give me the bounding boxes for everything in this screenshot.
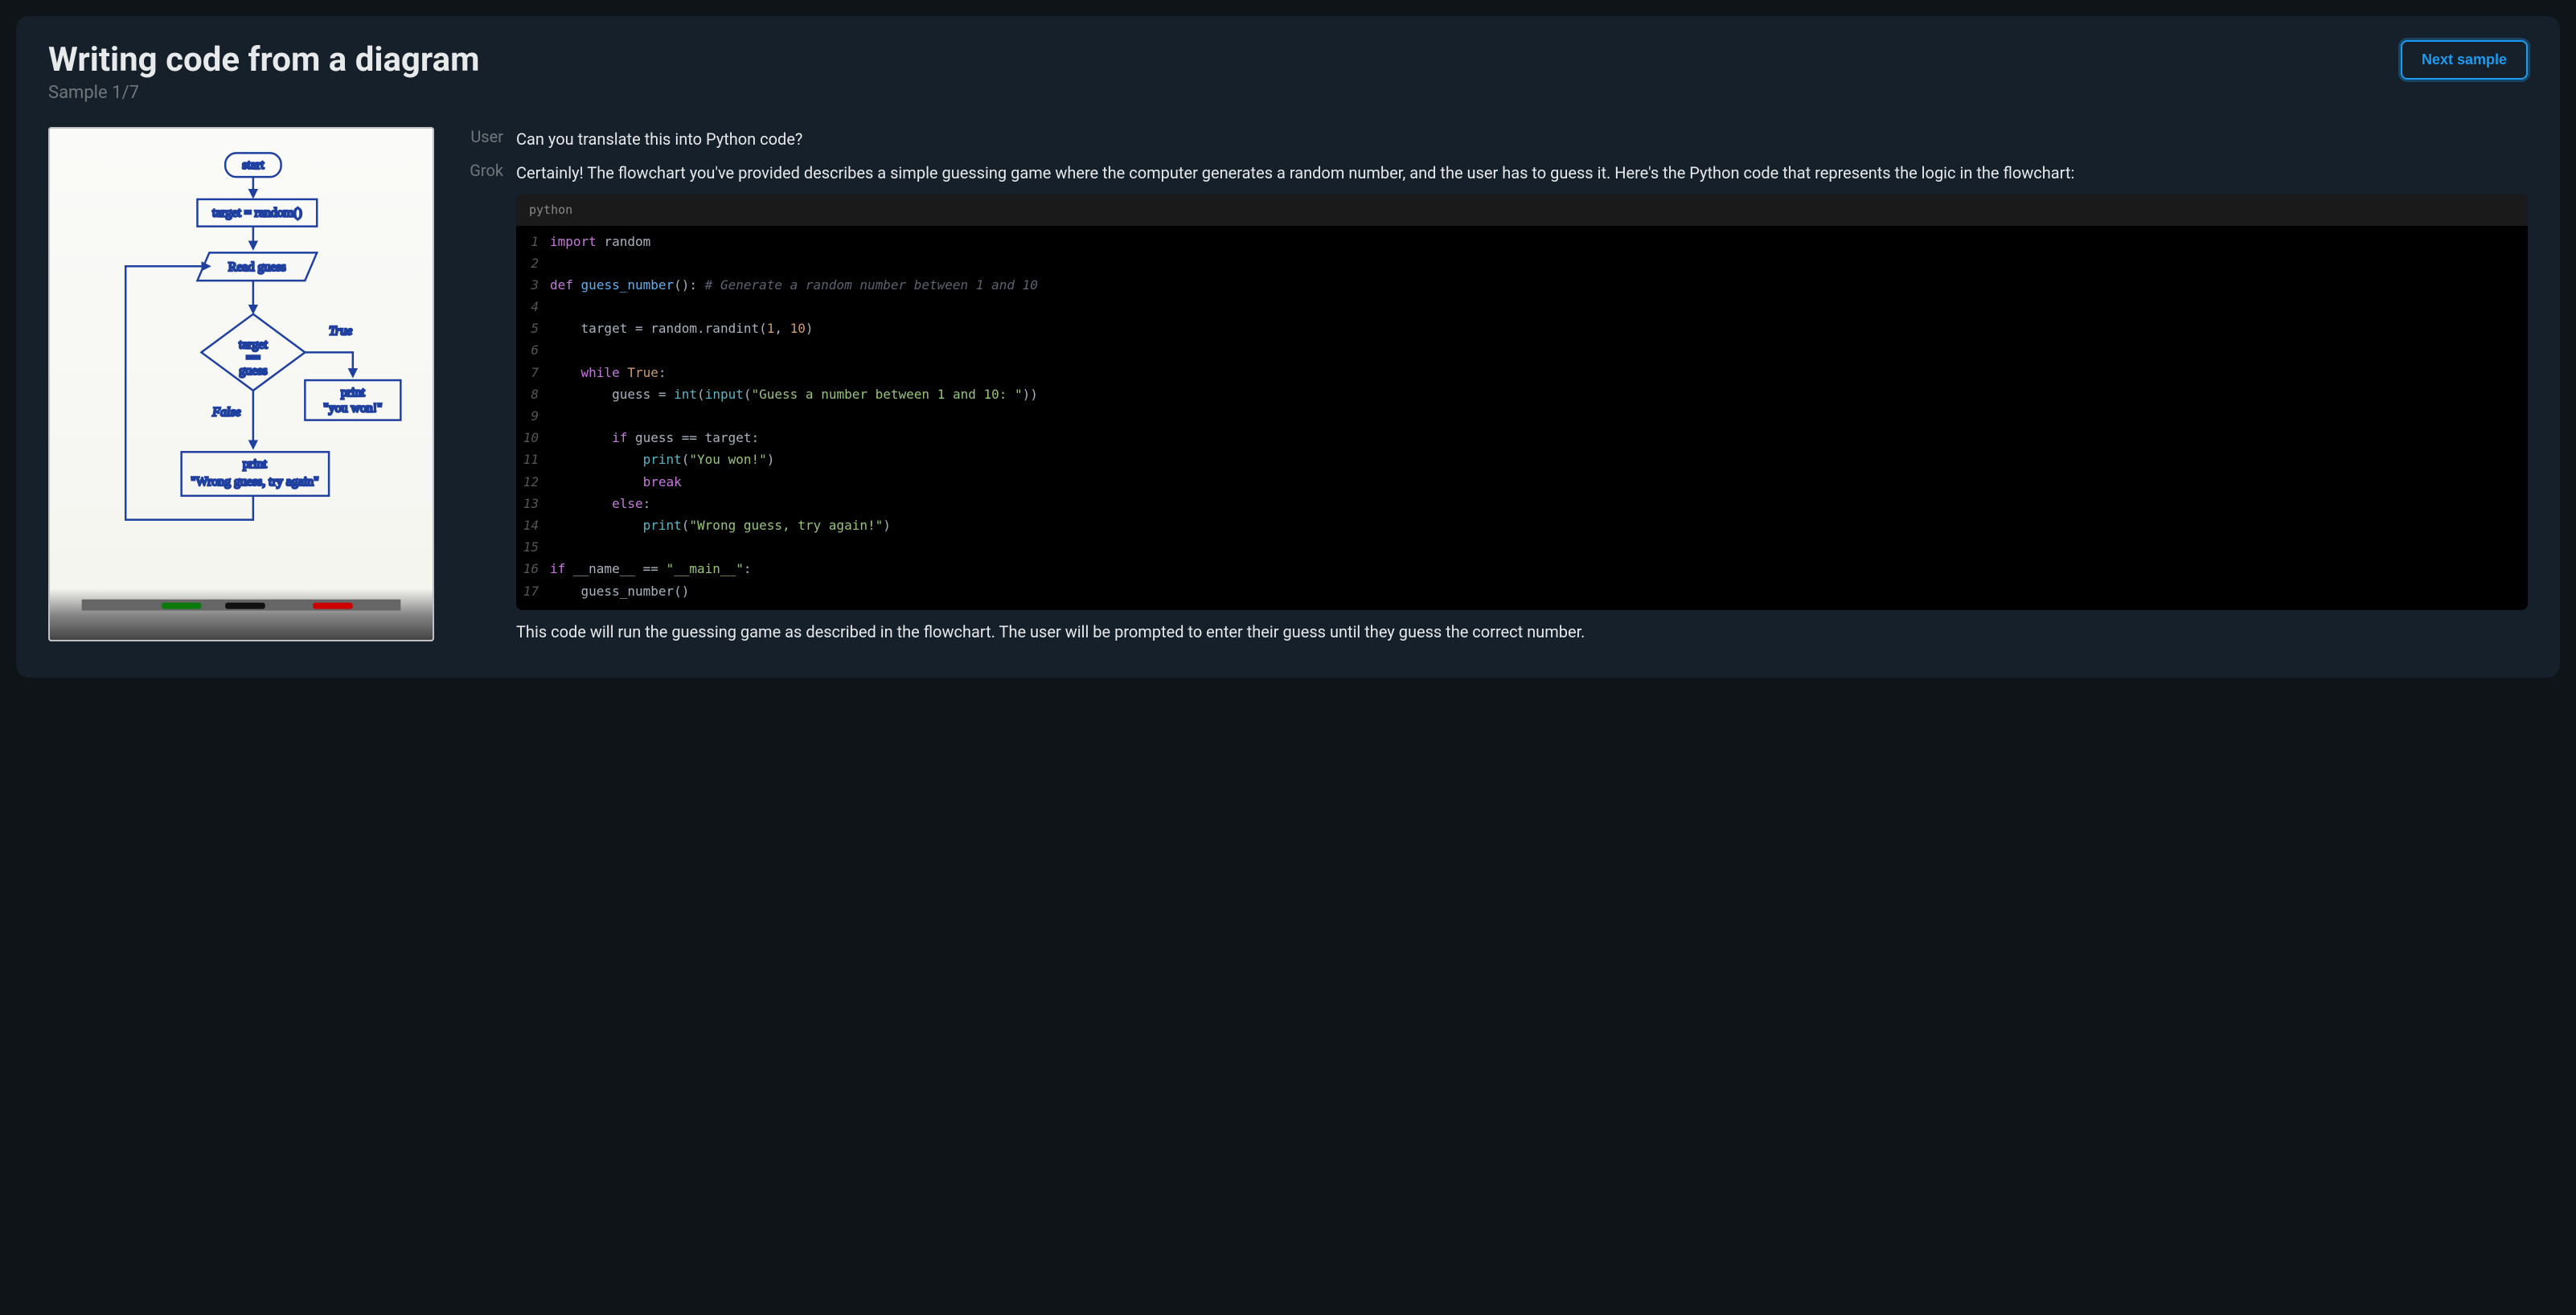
line-content: else: [550,493,650,514]
code-line: 15 [516,536,2528,558]
code-line: 4 [516,296,2528,317]
code-line: 3def guess_number(): # Generate a random… [516,274,2528,296]
code-line: 1import random [516,231,2528,252]
main-container: Writing code from a diagram Sample 1/7 N… [16,16,2560,678]
code-line: 14 print("Wrong guess, try again!") [516,514,2528,536]
line-content: guess = int(input("Guess a number betwee… [550,383,1038,405]
line-number: 10 [516,427,550,449]
code-line: 6 [516,339,2528,361]
line-number: 1 [516,231,550,252]
line-number: 7 [516,362,550,383]
line-content: import random [550,231,650,252]
line-content: if __name__ == "__main__": [550,558,751,580]
line-number: 15 [516,536,550,558]
node-condition-1: target [239,338,268,351]
line-content: target = random.randint(1, 10) [550,317,814,339]
line-content: print("You won!") [550,449,774,470]
node-start: start [242,158,265,172]
content-row: start target = random() Read guess [48,127,2528,653]
line-number: 14 [516,514,550,536]
code-line: 13 else: [516,493,2528,514]
code-line: 2 [516,252,2528,274]
line-number: 2 [516,252,550,274]
node-print-won-1: print [341,386,366,399]
line-number: 5 [516,317,550,339]
user-message: Can you translate this into Python code? [516,127,2528,151]
code-line: 17 guess_number() [516,580,2528,602]
line-number: 16 [516,558,550,580]
node-print-won-2: "you won!" [323,402,382,416]
assistant-outro: This code will run the guessing game as … [516,620,2528,644]
assistant-row: Grok Certainly! The flowchart you've pro… [458,161,2528,653]
header: Writing code from a diagram Sample 1/7 N… [48,40,2528,103]
code-line: 7 while True: [516,362,2528,383]
line-content: while True: [550,362,667,383]
line-content: print("Wrong guess, try again!") [550,514,891,536]
assistant-message: Certainly! The flowchart you've provided… [516,161,2528,653]
code-body: 1import random23def guess_number(): # Ge… [516,226,2528,610]
line-number: 17 [516,580,550,602]
node-print-wrong-2: "Wrong guess, try again" [191,475,318,489]
code-line: 16if __name__ == "__main__": [516,558,2528,580]
whiteboard: start target = random() Read guess [48,127,434,641]
code-line: 10 if guess == target: [516,427,2528,449]
node-target-assign: target = random() [212,207,302,220]
label-true: True [329,325,352,338]
code-line: 11 print("You won!") [516,449,2528,470]
code-line: 8 guess = int(input("Guess a number betw… [516,383,2528,405]
line-number: 4 [516,296,550,317]
node-print-wrong-1: print [243,457,268,471]
line-number: 12 [516,471,550,493]
line-number: 8 [516,383,550,405]
title-block: Writing code from a diagram Sample 1/7 [48,40,479,103]
flowchart-image: start target = random() Read guess [48,127,434,641]
line-content: def guess_number(): # Generate a random … [550,274,1038,296]
node-condition-2: == [246,351,260,365]
line-number: 9 [516,405,550,427]
code-language-label: python [516,195,2528,226]
sample-counter: Sample 1/7 [48,83,479,103]
user-row: User Can you translate this into Python … [458,127,2528,151]
line-number: 3 [516,274,550,296]
assistant-role-label: Grok [458,161,503,653]
line-number: 11 [516,449,550,470]
flowchart-svg: start target = random() Read guess [50,129,433,640]
assistant-intro: Certainly! The flowchart you've provided… [516,161,2528,185]
node-condition-3: guess [239,364,267,378]
line-content: break [550,471,682,493]
code-line: 9 [516,405,2528,427]
label-false: False [211,406,240,420]
node-read-guess: Read guess [228,260,286,274]
line-content: guess_number() [550,580,689,602]
line-number: 6 [516,339,550,361]
conversation: User Can you translate this into Python … [458,127,2528,653]
line-number: 13 [516,493,550,514]
line-content: if guess == target: [550,427,759,449]
page-title: Writing code from a diagram [48,40,479,80]
next-sample-button[interactable]: Next sample [2401,40,2528,80]
user-role-label: User [458,127,503,151]
code-line: 12 break [516,471,2528,493]
code-line: 5 target = random.randint(1, 10) [516,317,2528,339]
code-block: python 1import random23def guess_number(… [516,195,2528,610]
